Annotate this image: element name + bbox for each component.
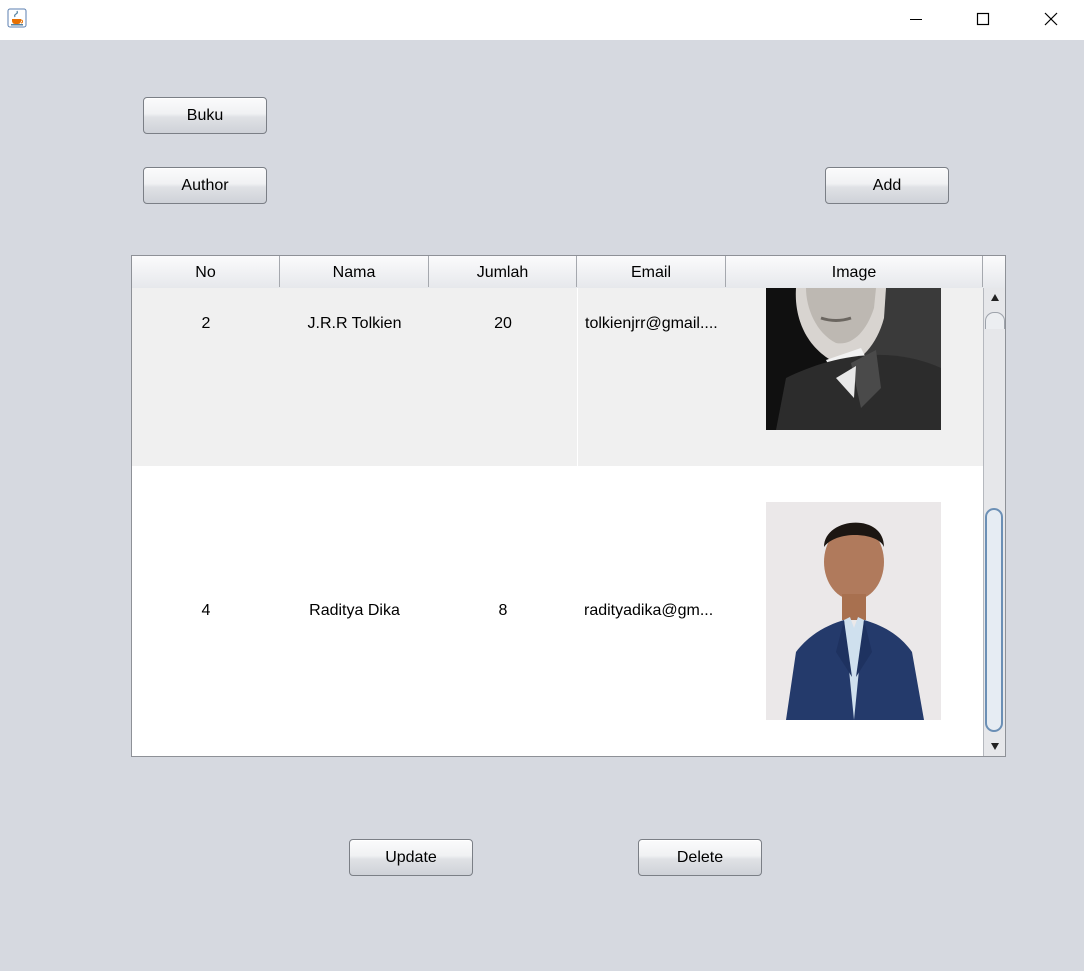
buku-button[interactable]: Buku (143, 97, 267, 134)
add-button[interactable]: Add (825, 167, 949, 204)
cell-image[interactable] (726, 288, 983, 466)
column-header-email[interactable]: Email (577, 256, 726, 287)
minimize-icon[interactable] (893, 0, 939, 38)
java-cup-icon (7, 8, 27, 28)
cell-image[interactable] (726, 466, 983, 756)
scroll-up-icon[interactable] (984, 288, 1005, 308)
scroll-down-icon[interactable] (984, 736, 1005, 756)
header-corner (983, 256, 1005, 287)
scroll-thumb[interactable] (985, 508, 1003, 732)
column-header-nama[interactable]: Nama (280, 256, 429, 287)
raditya-dika-photo (766, 502, 941, 720)
column-header-image[interactable]: Image (726, 256, 983, 287)
column-header-no[interactable]: No (132, 256, 280, 287)
cell-nama[interactable]: Raditya Dika (280, 466, 429, 756)
table-row[interactable]: 2 J.R.R Tolkien 20 tolkienjrr@gmail.... (132, 288, 983, 466)
column-header-jumlah[interactable]: Jumlah (429, 256, 577, 287)
tolkien-photo (766, 288, 941, 430)
delete-button[interactable]: Delete (638, 839, 762, 876)
author-button[interactable]: Author (143, 167, 267, 204)
cell-jumlah[interactable]: 20 (429, 288, 577, 466)
cell-no[interactable]: 2 (132, 288, 280, 466)
cell-email[interactable]: tolkienjrr@gmail.... (577, 288, 726, 466)
table-row[interactable]: 4 Raditya Dika 8 radityadika@gm... (132, 466, 983, 756)
maximize-icon[interactable] (960, 0, 1006, 38)
update-button[interactable]: Update (349, 839, 473, 876)
scroll-track[interactable] (985, 312, 1005, 329)
cell-no[interactable]: 4 (132, 466, 280, 756)
vertical-scrollbar[interactable] (983, 288, 1005, 756)
table-body: 2 J.R.R Tolkien 20 tolkienjrr@gmail.... (132, 288, 983, 756)
title-bar (0, 0, 1084, 40)
cell-jumlah[interactable]: 8 (429, 466, 577, 756)
table-header: No Nama Jumlah Email Image (132, 256, 1005, 289)
cell-email[interactable]: radityadika@gm... (577, 466, 726, 756)
close-icon[interactable] (1028, 0, 1074, 38)
author-table[interactable]: No Nama Jumlah Email Image 2 J.R.R Tolki… (131, 255, 1006, 757)
cell-nama[interactable]: J.R.R Tolkien (280, 288, 429, 466)
